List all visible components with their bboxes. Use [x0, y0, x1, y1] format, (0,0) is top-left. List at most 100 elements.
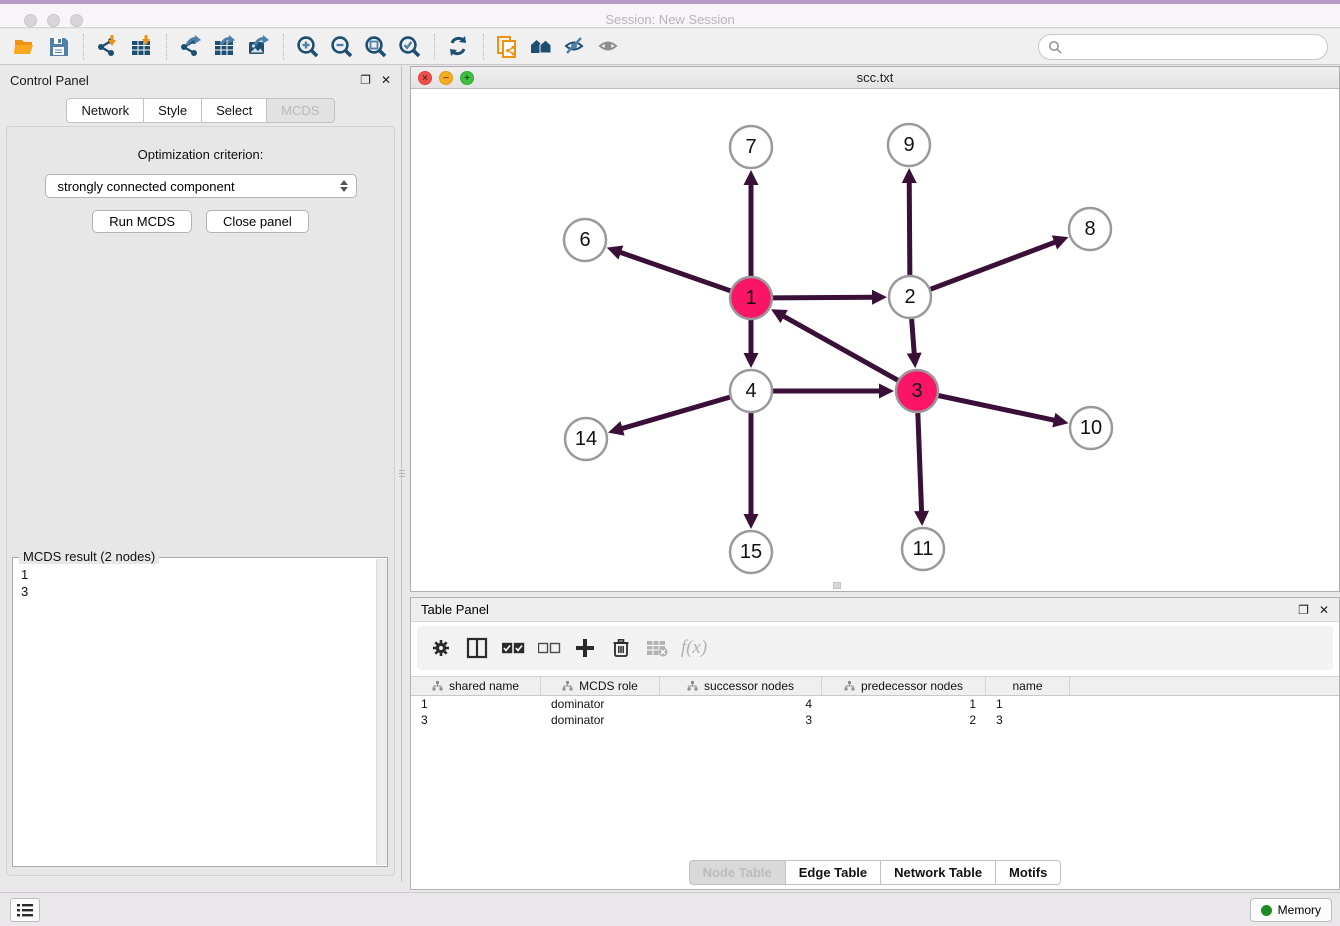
column-label: shared name — [449, 679, 519, 693]
mcds-result-box: MCDS result (2 nodes) 13 — [12, 557, 388, 867]
edge-3-1[interactable] — [782, 316, 898, 381]
show-all-icon — [598, 35, 622, 59]
table-cell[interactable]: 1 — [986, 697, 1070, 711]
hide-selected-button[interactable] — [559, 32, 593, 62]
zoom-fit-button[interactable] — [359, 32, 393, 62]
select-none-button[interactable] — [535, 632, 565, 664]
zoom-out-button[interactable] — [325, 32, 359, 62]
zoom-selected-icon — [398, 35, 422, 59]
table-cell[interactable]: dominator — [541, 713, 660, 727]
close-panel-button[interactable]: Close panel — [206, 210, 309, 233]
edge-2-8[interactable] — [930, 242, 1057, 290]
tab-network-table[interactable]: Network Table — [880, 860, 995, 885]
canvas-resize-grip[interactable] — [833, 582, 841, 589]
close-table-panel-icon[interactable]: ✕ — [1319, 604, 1329, 616]
float-panel-icon[interactable]: ❐ — [360, 74, 371, 86]
attribute-type-icon — [432, 681, 443, 691]
export-image-button[interactable] — [242, 32, 276, 62]
export-network-button[interactable] — [174, 32, 208, 62]
fx-button[interactable]: f(x) — [679, 632, 709, 664]
save-session-button[interactable] — [42, 32, 76, 62]
memory-button[interactable]: Memory — [1250, 898, 1332, 922]
tab-motifs[interactable]: Motifs — [995, 860, 1061, 885]
columns-icon — [466, 636, 490, 660]
import-network-button[interactable] — [91, 32, 125, 62]
tab-node-table[interactable]: Node Table — [689, 860, 785, 885]
run-mcds-button[interactable]: Run MCDS — [92, 210, 192, 233]
table-cell[interactable]: 1 — [411, 697, 541, 711]
task-history-button[interactable] — [10, 898, 40, 922]
result-scrollbar[interactable] — [376, 559, 387, 865]
table-cell[interactable]: dominator — [541, 697, 660, 711]
table-cell[interactable]: 1 — [822, 697, 986, 711]
tab-network[interactable]: Network — [66, 98, 143, 123]
edge-4-14[interactable] — [621, 397, 731, 429]
tab-mcds[interactable]: MCDS — [266, 98, 334, 123]
table-row[interactable]: 1dominator411 — [411, 696, 1339, 712]
gear-button[interactable] — [427, 632, 457, 664]
column-header-shared-name[interactable]: shared name — [411, 677, 541, 695]
table-cell[interactable]: 3 — [986, 713, 1070, 727]
dropdown-value: strongly connected component — [58, 179, 340, 194]
table-cell[interactable]: 2 — [822, 713, 986, 727]
table-cell[interactable]: 3 — [411, 713, 541, 727]
edge-arrow-1-6 — [607, 245, 624, 259]
column-label: predecessor nodes — [861, 679, 963, 693]
export-table-button[interactable] — [208, 32, 242, 62]
optimization-criterion-label: Optimization criterion: — [7, 147, 394, 162]
zoom-selected-button[interactable] — [393, 32, 427, 62]
column-header-name[interactable]: name — [986, 677, 1070, 695]
network-canvas[interactable]: 7968124314101511 — [411, 89, 1339, 591]
optimization-criterion-select[interactable]: strongly connected component — [45, 174, 357, 198]
mcds-panel: Optimization criterion: strongly connect… — [6, 126, 395, 876]
table-row[interactable]: 3dominator323 — [411, 712, 1339, 728]
column-label: name — [1012, 679, 1042, 693]
mcds-result-title: MCDS result (2 nodes) — [19, 549, 159, 564]
edge-3-11[interactable] — [918, 412, 922, 513]
table-cell[interactable]: 3 — [660, 713, 822, 727]
open-file-button[interactable] — [8, 32, 42, 62]
edge-3-10[interactable] — [938, 395, 1056, 420]
network-graph[interactable]: 7968124314101511 — [411, 89, 1339, 591]
network-window-title: scc.txt — [411, 70, 1339, 85]
tab-edge-table[interactable]: Edge Table — [785, 860, 880, 885]
toolbar-separator — [434, 34, 435, 60]
attribute-type-icon — [687, 681, 698, 691]
select-all-icon — [502, 636, 526, 660]
column-header-MCDS-role[interactable]: MCDS role — [541, 677, 660, 695]
save-session-icon — [47, 35, 71, 59]
column-header-successor-nodes[interactable]: successor nodes — [660, 677, 822, 695]
network-window-titlebar[interactable]: × − + scc.txt — [411, 67, 1339, 89]
table-cell[interactable]: 4 — [660, 697, 822, 711]
graph-node-label-8: 8 — [1084, 218, 1095, 240]
edge-1-2[interactable] — [772, 297, 874, 298]
apply-layout-button[interactable] — [442, 32, 476, 62]
edge-2-9[interactable] — [909, 181, 910, 276]
copy-network-button[interactable] — [491, 32, 525, 62]
column-header-predecessor-nodes[interactable]: predecessor nodes — [822, 677, 986, 695]
import-table-button[interactable] — [125, 32, 159, 62]
tab-select[interactable]: Select — [201, 98, 266, 123]
column-label: successor nodes — [704, 679, 794, 693]
show-all-button[interactable] — [593, 32, 627, 62]
columns-button[interactable] — [463, 632, 493, 664]
select-all-button[interactable] — [499, 632, 529, 664]
search-input[interactable] — [1062, 40, 1327, 55]
edge-arrow-3-10 — [1052, 413, 1068, 428]
add-row-button[interactable] — [571, 632, 601, 664]
search-box[interactable] — [1038, 34, 1328, 60]
zoom-in-button[interactable] — [291, 32, 325, 62]
status-bar: Memory — [0, 892, 1340, 926]
float-table-panel-icon[interactable]: ❐ — [1298, 604, 1309, 616]
close-panel-icon[interactable]: ✕ — [381, 74, 391, 86]
first-neighbors-button[interactable] — [525, 32, 559, 62]
delete-table-button[interactable] — [643, 632, 673, 664]
graph-node-label-15: 15 — [740, 541, 762, 563]
edge-1-6[interactable] — [619, 252, 731, 291]
add-row-icon — [574, 636, 598, 660]
control-panel-title: Control Panel — [10, 73, 89, 88]
delete-row-button[interactable] — [607, 632, 637, 664]
panel-divider-handle[interactable] — [399, 460, 405, 486]
edge-2-3[interactable] — [912, 318, 915, 355]
tab-style[interactable]: Style — [143, 98, 201, 123]
